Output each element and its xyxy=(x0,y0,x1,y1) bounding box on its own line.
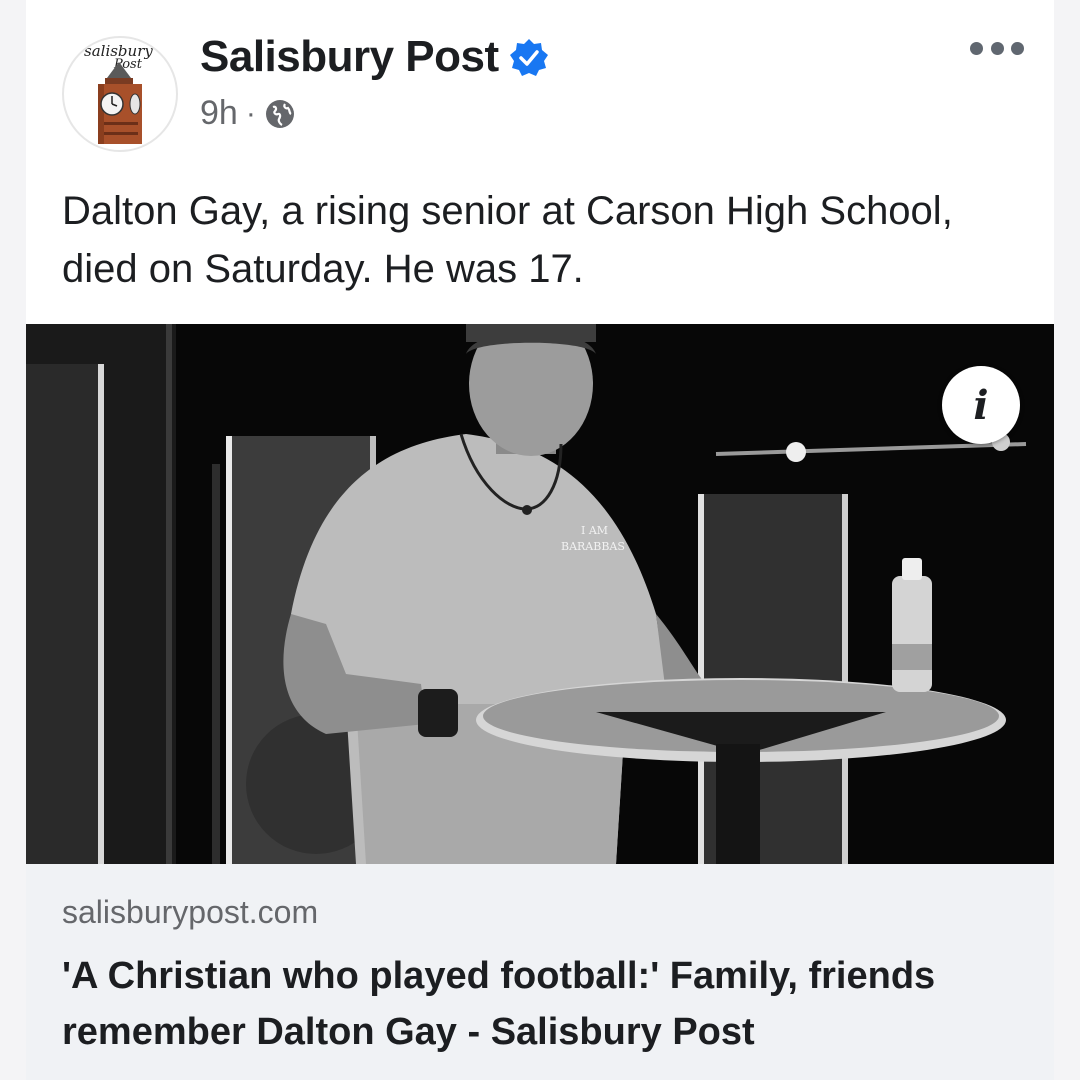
post-meta: 9h · xyxy=(200,94,296,133)
more-options-icon[interactable] xyxy=(970,36,1024,60)
meta-separator: · xyxy=(245,96,256,130)
post-card: salisbury Post Salisbury Post 9h · Dalto… xyxy=(26,0,1054,1080)
post-text: Dalton Gay, a rising senior at Carson Hi… xyxy=(62,189,953,291)
salisbury-post-logo: salisbury Post xyxy=(84,42,153,144)
photo-image: I AM BARABBAS xyxy=(26,324,1054,864)
page-name-row: Salisbury Post xyxy=(200,30,549,84)
post-photo[interactable]: I AM BARABBAS i xyxy=(26,324,1054,864)
verified-badge-icon xyxy=(509,37,549,77)
more-dot xyxy=(970,41,983,55)
page-name[interactable]: Salisbury Post xyxy=(200,30,499,84)
page-avatar[interactable]: salisbury Post xyxy=(62,36,178,152)
link-domain: salisburypost.com xyxy=(62,894,319,930)
globe-icon xyxy=(264,98,296,130)
shirt-text-line2: BARABBAS xyxy=(561,540,625,553)
link-title[interactable]: 'A Christian who played football:' Famil… xyxy=(62,948,1022,1060)
link-preview[interactable]: salisburypost.com 'A Christian who playe… xyxy=(26,864,1054,1080)
more-dot xyxy=(1011,41,1024,55)
more-dot xyxy=(990,41,1004,55)
post-timestamp[interactable]: 9h xyxy=(200,94,238,133)
shirt-text-line1: I AM xyxy=(581,524,608,537)
info-button[interactable]: i xyxy=(942,366,1020,444)
